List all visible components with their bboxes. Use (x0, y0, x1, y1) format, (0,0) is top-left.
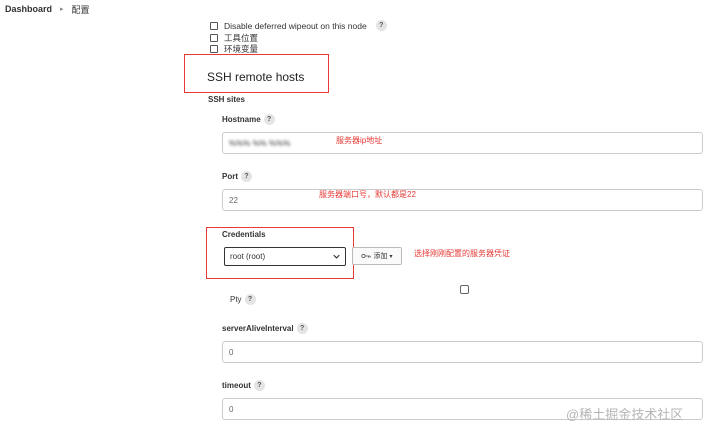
credentials-selected-value: root (root) (230, 252, 266, 261)
port-label-row: Port ? (222, 171, 252, 182)
add-credentials-button[interactable]: 添加 ▾ (352, 247, 402, 265)
hostname-label: Hostname (222, 115, 261, 124)
server-alive-interval-label-row: serverAliveInterval ? (222, 323, 308, 334)
checkbox-label: Disable deferred wipeout on this node (224, 20, 367, 31)
credentials-select[interactable]: root (root) (224, 247, 346, 266)
section-title: SSH remote hosts (207, 70, 305, 84)
hostname-label-row: Hostname ? (222, 114, 275, 125)
credentials-label-row: Credentials (222, 230, 266, 239)
pty-checkbox[interactable] (460, 285, 469, 294)
hostname-input[interactable]: %%% %% %%% (222, 132, 703, 154)
help-icon[interactable]: ? (375, 20, 387, 31)
breadcrumb-dashboard[interactable]: Dashboard (5, 4, 52, 14)
port-label: Port (222, 172, 238, 181)
pty-label: Pty (230, 295, 242, 304)
checkbox[interactable] (210, 45, 218, 53)
help-icon[interactable]: ? (244, 294, 256, 305)
checkbox[interactable] (210, 34, 218, 42)
timeout-value: 0 (229, 404, 234, 414)
help-icon[interactable]: ? (253, 380, 265, 391)
watermark: @稀土掘金技术社区 (566, 407, 684, 422)
server-alive-interval-input[interactable]: 0 (222, 341, 703, 363)
breadcrumb-separator-icon: ▸ (60, 6, 64, 13)
checkbox-row-disable-deferred-wipeout: Disable deferred wipeout on this node ? (210, 20, 387, 31)
help-icon[interactable]: ? (241, 171, 252, 182)
annotation-credentials: 选择刚刚配置的服务器凭证 (414, 249, 510, 258)
credentials-label: Credentials (222, 230, 266, 239)
port-input[interactable]: 22 (222, 189, 703, 211)
key-icon (361, 253, 372, 259)
port-value: 22 (229, 195, 238, 205)
hostname-value: %%% %% %%% (229, 138, 291, 148)
timeout-label-row: timeout ? (222, 380, 265, 391)
help-icon[interactable]: ? (263, 114, 275, 125)
server-alive-interval-value: 0 (229, 347, 234, 357)
server-alive-interval-label: serverAliveInterval (222, 324, 294, 333)
help-icon[interactable]: ? (296, 323, 308, 334)
annotation-port: 服务器端口号，默认都是22 (319, 190, 416, 199)
timeout-label: timeout (222, 381, 251, 390)
section-subtitle: SSH sites (208, 95, 245, 104)
pty-label-row: Pty ? (230, 294, 256, 305)
breadcrumb: Dashboard ▸ 配置 (0, 0, 717, 18)
add-credentials-label: 添加 (373, 253, 388, 260)
chevron-down-icon (333, 254, 340, 259)
checkbox[interactable] (210, 21, 218, 30)
caret-down-icon: ▾ (389, 253, 393, 260)
breadcrumb-current: 配置 (71, 4, 90, 15)
annotation-hostname: 服务器ip地址 (336, 136, 383, 145)
